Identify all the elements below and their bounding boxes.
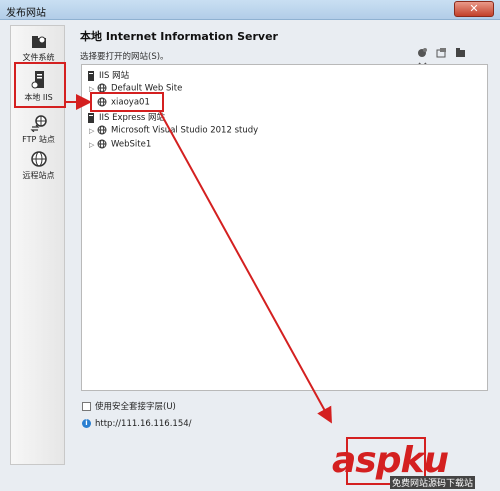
watermark-logo: aspku [332, 440, 449, 481]
globe-icon [97, 139, 107, 149]
ftp-icon [30, 115, 47, 132]
site-tree[interactable]: IIS 网站 ▷ Default Web Site xiaoya01 IIS Ex… [81, 64, 488, 391]
site-url: http://111.16.116.154/ [95, 419, 192, 429]
tree-node-website1[interactable]: ▷ WebSite1 [89, 139, 151, 152]
sidebar-item-file-system[interactable]: 文件系统 [11, 34, 66, 63]
tree-toolbar [417, 47, 487, 71]
new-app-icon[interactable] [436, 47, 447, 61]
expand-arrow-icon[interactable]: ▷ [89, 141, 97, 149]
secure-socket-checkbox[interactable] [82, 402, 91, 411]
info-icon: i [82, 419, 91, 428]
globe-icon [97, 125, 107, 135]
new-folder-icon[interactable] [455, 47, 466, 61]
new-site-icon[interactable] [417, 47, 428, 61]
watermark-caption: 免费网站源码下载站 [390, 476, 476, 489]
server-icon [88, 70, 94, 81]
secure-socket-option[interactable]: 使用安全套接字层(U) [82, 400, 176, 412]
site-url-row: i http://111.16.116.154/ [82, 419, 192, 429]
annotation-box-local-iis [14, 62, 66, 108]
server-icon [88, 112, 94, 123]
sidebar-item-label: FTP 站点 [22, 135, 55, 144]
window-titlebar: 发布网站 ✕ [0, 0, 500, 20]
folder-icon [31, 36, 46, 48]
annotation-box-xiaoya01 [90, 92, 164, 112]
sidebar-item-label: 文件系统 [22, 53, 55, 62]
sidebar-item-ftp[interactable]: FTP 站点 [11, 114, 66, 145]
sidebar-item-label: 远程站点 [22, 171, 55, 180]
close-button[interactable]: ✕ [454, 1, 494, 17]
secure-socket-label: 使用安全套接字层(U) [95, 402, 176, 412]
sidebar-item-remote[interactable]: 远程站点 [11, 150, 66, 181]
tree-node-vs2012-study[interactable]: ▷ Microsoft Visual Studio 2012 study [89, 125, 258, 138]
window-title: 发布网站 [6, 8, 46, 19]
tree-node-iis-express[interactable]: IIS Express 网站 [87, 111, 165, 124]
globe-icon [30, 151, 47, 167]
tree-node-iis-sites[interactable]: IIS 网站 [87, 69, 129, 82]
page-title: 本地 Internet Information Server [80, 30, 278, 43]
tree-instruction: 选择要打开的网站(S)。 [80, 52, 169, 62]
expand-arrow-icon[interactable]: ▷ [89, 127, 97, 135]
